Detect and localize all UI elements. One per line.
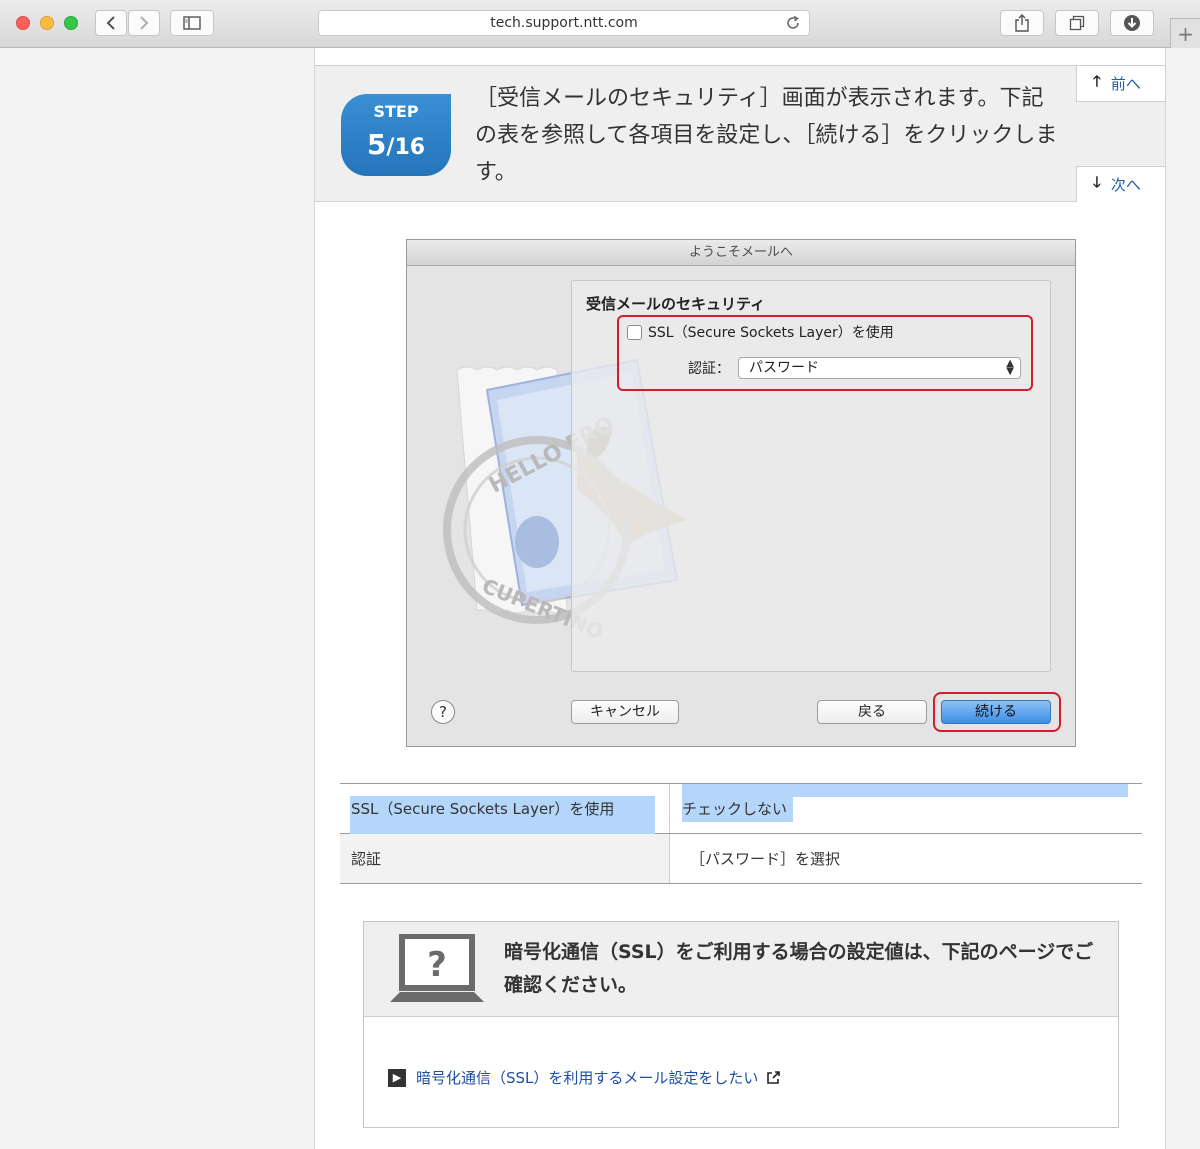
next-step-label: 次へ [1110,176,1141,194]
prev-step-button[interactable]: 🡑 前へ [1076,66,1166,102]
new-tab-button[interactable]: + [1170,18,1200,48]
question-icon: ? [439,703,447,721]
go-back-button[interactable]: 戻る [817,700,927,724]
share-button[interactable] [1000,10,1044,36]
minimize-window-button[interactable] [40,16,54,30]
chevron-right-icon [140,16,149,30]
back-button[interactable] [95,10,127,36]
step-header: STEP 5/16 ［受信メールのセキュリティ］画面が表示されます。下記の表を参… [315,66,1166,202]
ssl-settings-link[interactable]: ▶ 暗号化通信（SSL）を利用するメール設定をしたい [388,1067,781,1088]
external-link-icon [767,1070,781,1084]
arrow-down-icon: 🡓 [1093,173,1101,191]
address-bar[interactable]: tech.support.ntt.com [318,10,810,36]
panel-title: 受信メールのセキュリティ [586,295,766,313]
setting-value: ［パスワード］を選択 [690,850,841,868]
ssl-notice-box: ? 暗号化通信（SSL）をご利用する場合の設定値は、下記のページでご確認ください… [363,921,1119,1128]
setting-key: 認証 [340,834,670,883]
question-laptop-icon: ? [390,934,484,1002]
forward-button[interactable] [128,10,160,36]
dialog-title: ようこそメールへ [407,240,1075,266]
web-page: STEP 5/16 ［受信メールのセキュリティ］画面が表示されます。下記の表を参… [314,48,1166,1149]
download-icon [1124,15,1140,31]
arrow-right-bullet-icon: ▶ [388,1068,406,1087]
step-badge-label: STEP [373,102,419,121]
arrow-up-icon: 🡑 [1093,72,1101,90]
svg-text:?: ? [427,945,447,985]
zoom-window-button[interactable] [64,16,78,30]
cancel-button[interactable]: キャンセル [571,700,679,724]
plus-icon: + [1177,21,1194,46]
tabs-icon [1069,15,1085,31]
reload-icon[interactable] [785,15,801,35]
highlight-frame-continue [933,692,1061,732]
help-button[interactable]: ? [431,700,455,724]
step-badge: STEP 5/16 [341,94,451,176]
sidebar-button[interactable] [170,10,214,36]
table-row: SSL（Secure Sockets Layer）を使用 チェックしない [340,784,1142,834]
downloads-button[interactable] [1110,10,1154,36]
close-window-button[interactable] [16,16,30,30]
top-spacer [315,48,1165,66]
chevron-left-icon [106,16,115,30]
table-row: 認証 ［パスワード］を選択 [340,834,1142,884]
browser-toolbar: tech.support.ntt.com [0,0,1200,48]
prev-step-label: 前へ [1110,75,1141,93]
tabs-overview-button[interactable] [1055,10,1099,36]
notice-header: ? 暗号化通信（SSL）をご利用する場合の設定値は、下記のページでご確認ください… [364,922,1118,1017]
share-icon [1015,14,1029,32]
sidebar-icon [183,16,201,30]
notice-text: 暗号化通信（SSL）をご利用する場合の設定値は、下記のページでご確認ください。 [504,941,1094,996]
url-text: tech.support.ntt.com [490,15,638,31]
ssl-settings-link-label[interactable]: 暗号化通信（SSL）を利用するメール設定をしたい [416,1067,758,1088]
step-instruction: ［受信メールのセキュリティ］画面が表示されます。下記の表を参照して各項目を設定し… [475,86,1058,185]
step-counter: 5/16 [366,128,426,161]
highlight-frame-settings [617,315,1033,391]
settings-table: SSL（Secure Sockets Layer）を使用 チェックしない 認証 … [340,783,1142,884]
mail-setup-screenshot: ようこそメールへ HELLO FRO CUPERTINO 受信メールのセキュリテ… [406,239,1076,747]
next-step-button[interactable]: 🡓 次へ [1076,166,1166,202]
